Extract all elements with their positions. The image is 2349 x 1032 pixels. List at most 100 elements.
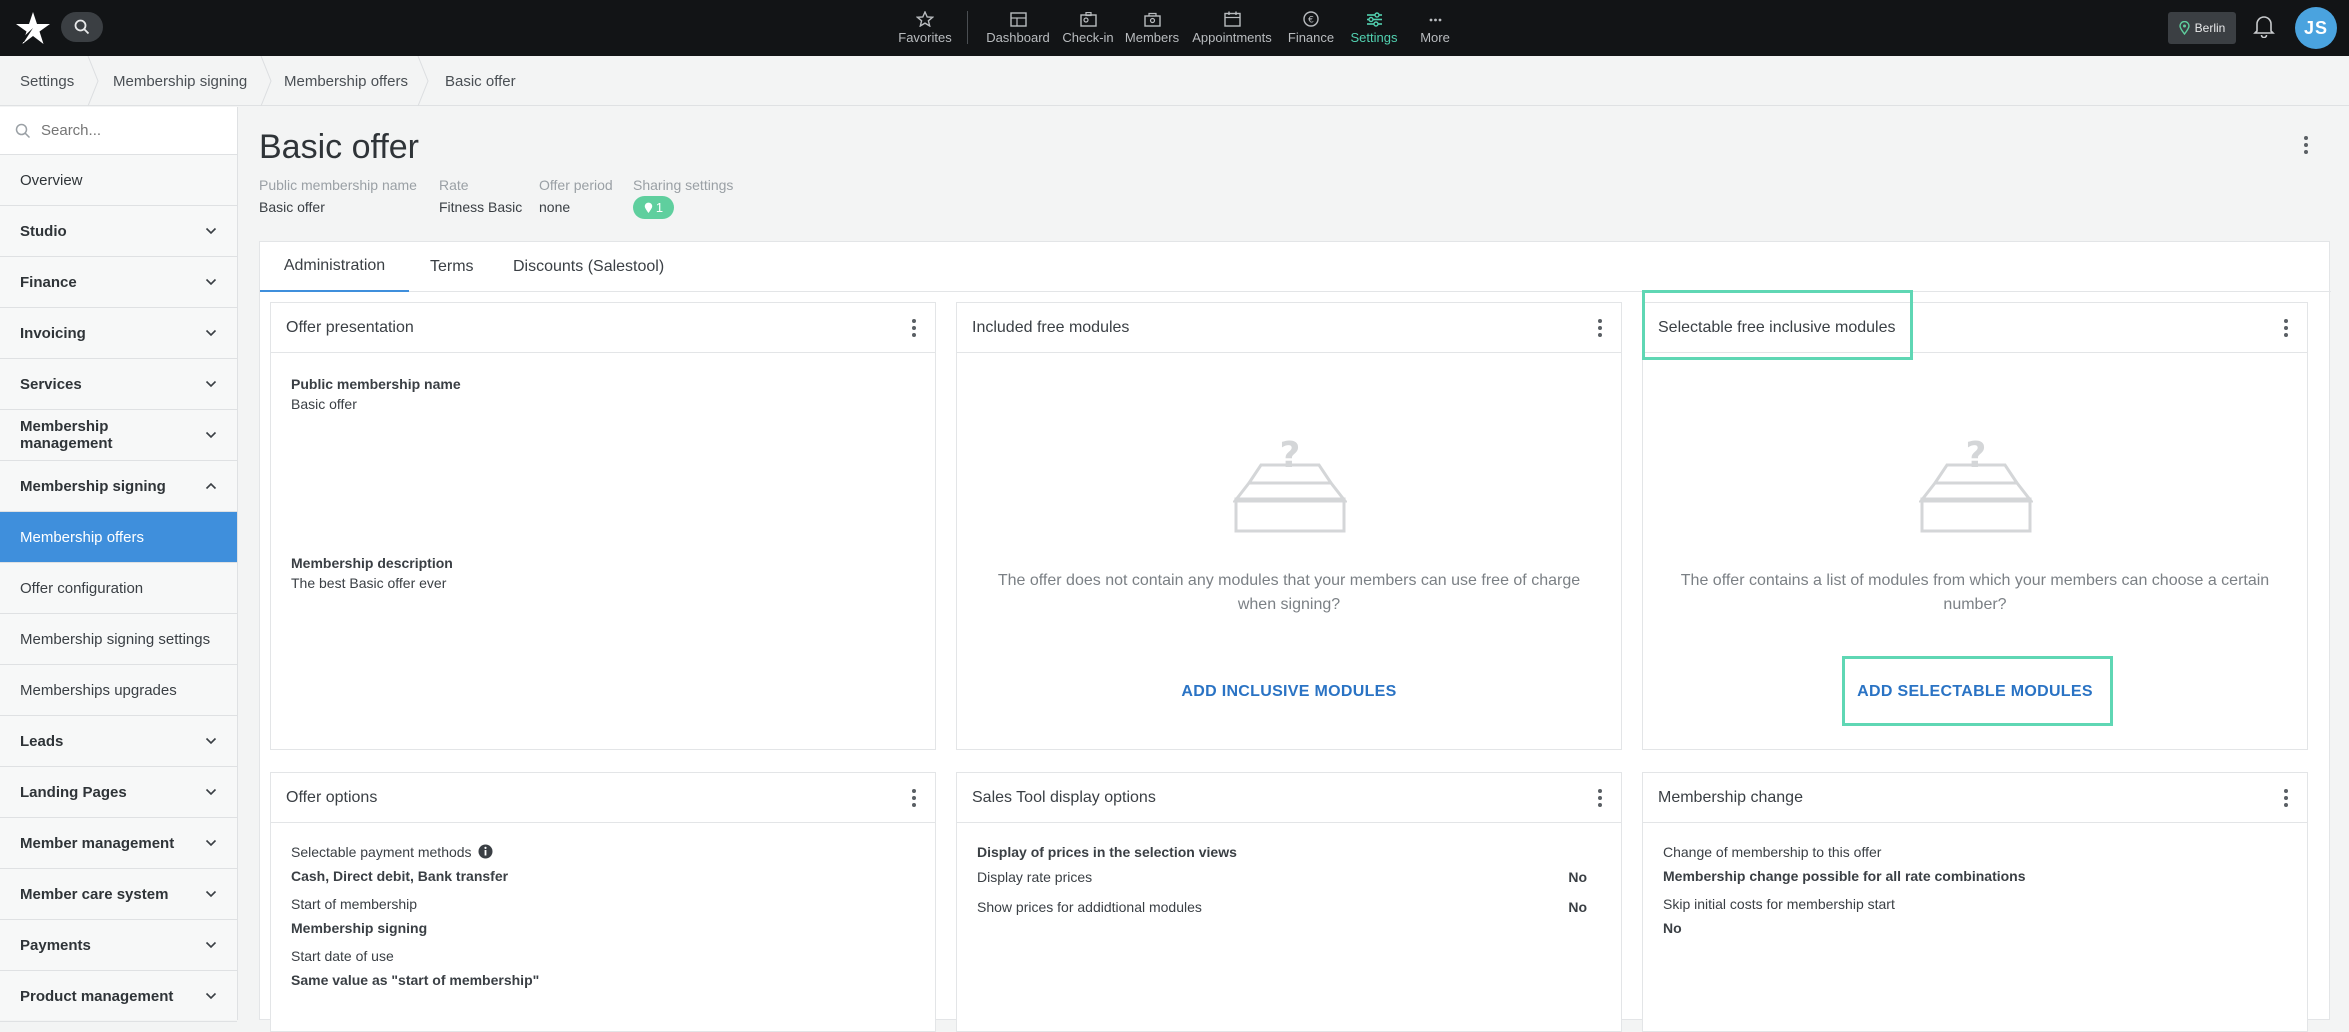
meta-value-rate: Fitness Basic bbox=[439, 199, 523, 215]
sidebar-item-label: Leads bbox=[20, 732, 64, 750]
location-selector[interactable]: Berlin bbox=[2168, 12, 2236, 44]
svg-text:?: ? bbox=[1966, 437, 1987, 476]
sharing-count: 1 bbox=[655, 200, 664, 215]
breadcrumb-label: Membership offers bbox=[284, 72, 408, 90]
sidebar-item-membership-offers[interactable]: Membership offers bbox=[0, 512, 237, 563]
field-label: Skip initial costs for membership start bbox=[1663, 896, 1895, 912]
breadcrumb-item-basic-offer: Basic offer bbox=[445, 56, 516, 106]
sidebar-item-label: Invoicing bbox=[20, 324, 86, 342]
sidebar-item-membership-management[interactable]: Membership management bbox=[0, 410, 237, 461]
field-value: Same value as "start of membership" bbox=[291, 972, 540, 988]
nav-dashboard[interactable]: Dashboard bbox=[985, 0, 1051, 56]
sidebar-item-invoicing[interactable]: Invoicing bbox=[0, 308, 237, 359]
notifications-bell-icon[interactable] bbox=[2253, 14, 2275, 43]
user-avatar[interactable]: JS bbox=[2295, 7, 2337, 49]
card-more-options-icon[interactable] bbox=[2280, 785, 2292, 811]
nav-label: Favorites bbox=[898, 30, 952, 45]
checkin-icon bbox=[1079, 11, 1097, 27]
breadcrumb-item-membership-signing[interactable]: Membership signing bbox=[113, 56, 247, 106]
card-title: Membership change bbox=[1658, 788, 1803, 806]
card-header: Membership change bbox=[1643, 773, 2307, 823]
card-more-options-icon[interactable] bbox=[2280, 315, 2292, 341]
field-label: Start date of use bbox=[291, 948, 394, 964]
sidebar-item-payments[interactable]: Payments bbox=[0, 920, 237, 971]
sidebar-item-product-management[interactable]: Product management bbox=[0, 971, 237, 1022]
tab-bar: Administration Terms Discounts (Salestoo… bbox=[260, 242, 2331, 292]
field-value: Membership change possible for all rate … bbox=[1663, 868, 2026, 884]
sidebar-item-finance[interactable]: Finance bbox=[0, 257, 237, 308]
sidebar-item-member-care-system[interactable]: Member care system bbox=[0, 869, 237, 920]
card-title: Offer presentation bbox=[286, 318, 414, 336]
global-search-button[interactable] bbox=[61, 12, 103, 42]
nav-favorites[interactable]: Favorites bbox=[895, 0, 955, 56]
breadcrumb-item-settings[interactable]: Settings bbox=[20, 56, 74, 106]
calendar-icon bbox=[1223, 11, 1241, 27]
info-icon[interactable] bbox=[478, 844, 493, 859]
nav-appointments[interactable]: Appointments bbox=[1190, 0, 1274, 56]
nav-members[interactable]: Members bbox=[1124, 0, 1180, 56]
highlight-selectable-title bbox=[1642, 290, 1913, 360]
field-label: Membership description bbox=[291, 555, 453, 571]
sidebar-search-input[interactable] bbox=[41, 122, 221, 139]
sidebar-item-landing-pages[interactable]: Landing Pages bbox=[0, 767, 237, 818]
offer-presentation-card: Offer presentation Public membership nam… bbox=[270, 302, 936, 750]
empty-box-icon: ? bbox=[1233, 437, 1347, 533]
top-bar: Favorites Dashboard Check-in Members App… bbox=[0, 0, 2349, 56]
card-header: Sales Tool display options bbox=[957, 773, 1621, 823]
sidebar-item-services[interactable]: Services bbox=[0, 359, 237, 410]
sidebar-item-leads[interactable]: Leads bbox=[0, 716, 237, 767]
empty-state-text: The offer does not contain any modules t… bbox=[997, 572, 1581, 613]
map-pin-icon bbox=[2178, 21, 2190, 35]
card-more-options-icon[interactable] bbox=[1594, 785, 1606, 811]
breadcrumb-separator bbox=[417, 56, 429, 106]
nav-label: Finance bbox=[1287, 30, 1335, 45]
field-value: Membership signing bbox=[291, 920, 428, 936]
breadcrumb-item-membership-offers[interactable]: Membership offers bbox=[284, 56, 408, 106]
chevron-down-icon bbox=[205, 737, 217, 745]
sidebar-item-label: Finance bbox=[20, 273, 77, 291]
sidebar-item-membership-signing-settings[interactable]: Membership signing settings bbox=[0, 614, 237, 665]
sidebar-item-member-management[interactable]: Member management bbox=[0, 818, 237, 869]
tab-discounts[interactable]: Discounts (Salestool) bbox=[513, 242, 664, 292]
field-value: No bbox=[1568, 869, 1587, 885]
breadcrumb: Settings Membership signing Membership o… bbox=[0, 56, 2349, 106]
field-value: No bbox=[1663, 920, 1682, 936]
card-more-options-icon[interactable] bbox=[908, 315, 920, 341]
field-label-text: Selectable payment methods bbox=[291, 844, 472, 860]
sidebar-item-membership-signing[interactable]: Membership signing bbox=[0, 461, 237, 512]
tab-label: Administration bbox=[283, 257, 386, 274]
nav-label: Check-in bbox=[1062, 29, 1114, 45]
nav-settings[interactable]: Settings bbox=[1347, 0, 1401, 56]
dashboard-icon bbox=[1009, 11, 1027, 27]
offer-options-card: Offer options Selectable payment methods… bbox=[270, 772, 936, 1032]
sharing-badge[interactable]: 1 bbox=[633, 196, 674, 219]
tab-terms[interactable]: Terms bbox=[430, 242, 474, 292]
add-inclusive-modules-button[interactable]: ADD INCLUSIVE MODULES bbox=[957, 683, 1621, 701]
chevron-down-icon bbox=[205, 788, 217, 796]
nav-more[interactable]: More bbox=[1410, 0, 1460, 56]
sidebar-item-studio[interactable]: Studio bbox=[0, 206, 237, 257]
card-more-options-icon[interactable] bbox=[908, 785, 920, 811]
app-logo-icon[interactable] bbox=[14, 9, 52, 47]
included-free-modules-card: Included free modules ? The offer does n… bbox=[956, 302, 1622, 750]
field-label: Selectable payment methods bbox=[291, 844, 493, 860]
nav-checkin[interactable]: Check-in bbox=[1060, 0, 1116, 56]
nav-finance[interactable]: € Finance bbox=[1284, 0, 1338, 56]
breadcrumb-label: Settings bbox=[20, 72, 75, 90]
sidebar-item-label: Membership management bbox=[20, 418, 113, 452]
tab-administration[interactable]: Administration bbox=[260, 242, 409, 292]
chevron-down-icon bbox=[205, 941, 217, 949]
chevron-down-icon bbox=[205, 839, 217, 847]
field-label: Change of membership to this offer bbox=[1663, 844, 1882, 860]
page-more-options-icon[interactable] bbox=[2300, 132, 2312, 158]
sidebar-item-memberships-upgrades[interactable]: Memberships upgrades bbox=[0, 665, 237, 716]
sidebar-item-offer-configuration[interactable]: Offer configuration bbox=[0, 563, 237, 614]
euro-icon: € bbox=[1303, 11, 1319, 27]
breadcrumb-separator bbox=[260, 56, 272, 106]
card-more-options-icon[interactable] bbox=[1594, 315, 1606, 341]
breadcrumb-label: Basic offer bbox=[445, 72, 516, 90]
field-value: The best Basic offer ever bbox=[291, 575, 447, 591]
nav-label: Settings bbox=[1350, 29, 1398, 45]
sidebar-item-overview[interactable]: Overview bbox=[0, 155, 237, 206]
tab-label: Discounts (Salestool) bbox=[513, 258, 665, 275]
